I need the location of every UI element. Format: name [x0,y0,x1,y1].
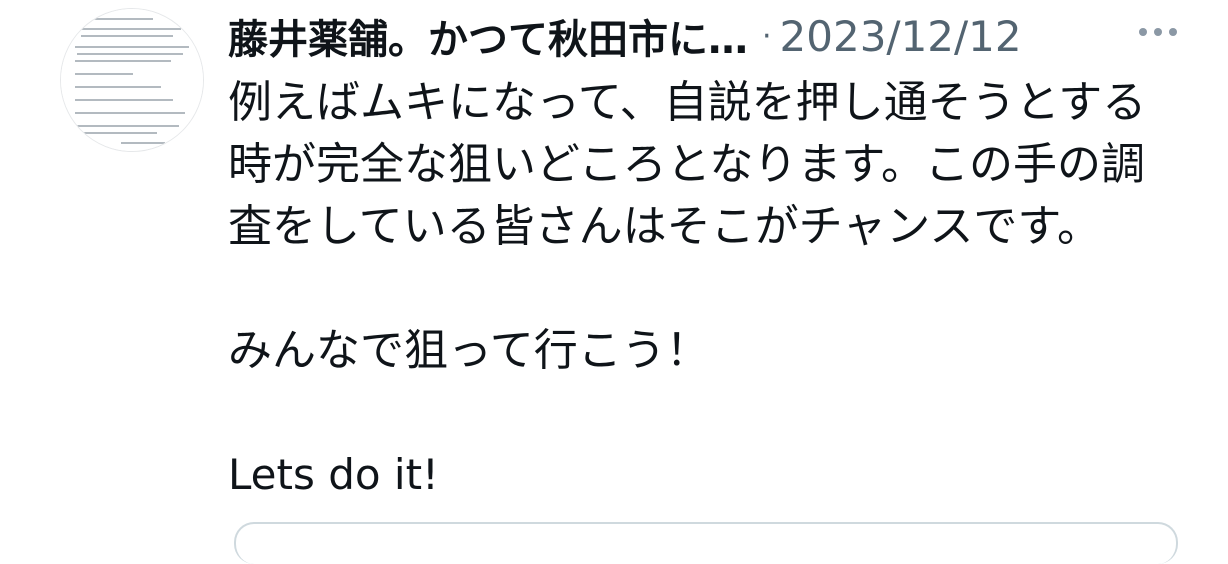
tweet-text-line: 例えばムキになって、自説を押し通そうとする [228,77,1147,128]
tweet-text: 例えばムキになって、自説を押し通そうとする 時が完全な狙いどころとなります。この… [228,72,1188,506]
avatar-document-thumbnail [61,9,203,151]
avatar[interactable] [60,8,204,152]
tweet-text-blank-line [228,258,1188,320]
separator-dot: · [762,18,772,54]
tweet-text-line: Lets do it! [228,450,439,499]
more-button[interactable] [1136,18,1180,46]
tweet-date[interactable]: 2023/12/12 [780,12,1022,61]
display-name[interactable]: 藤井薬舗。かつて秋田市に… [228,7,748,65]
tweet-text-blank-line [228,382,1188,444]
embedded-card-edge[interactable] [234,522,1178,564]
tweet-text-line: みんなで狙って行こう！ [228,325,710,376]
tweet-text-line: 時が完全な狙いどころとなります。この手の調 [228,139,1145,190]
tweet-text-line: 査をしている皆さんはそこがチャンスです。 [228,201,1101,252]
tweet[interactable]: 藤井薬舗。かつて秋田市に… · 2023/12/12 例えばムキになって、自説を… [0,0,1228,564]
tweet-header: 藤井薬舗。かつて秋田市に… · 2023/12/12 [228,8,1022,64]
more-horizontal-icon [1139,28,1177,36]
